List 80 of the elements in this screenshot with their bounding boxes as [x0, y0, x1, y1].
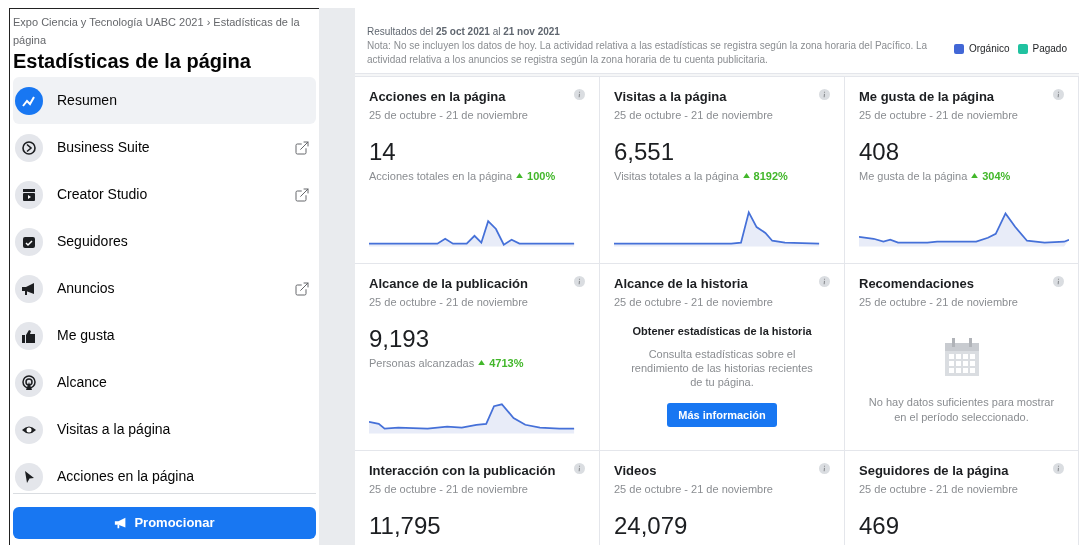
- up-triangle-icon: [478, 360, 486, 366]
- sidebar-item[interactable]: Creator Studio: [13, 171, 316, 218]
- date-range: 25 de octubre - 21 de noviembre: [614, 482, 773, 497]
- sidebar-item-label: Anuncios: [57, 279, 116, 298]
- sidebar-item[interactable]: Anuncios: [13, 265, 316, 312]
- metric-caption: Visitas totales a la página: [614, 168, 739, 184]
- card-title: Alcance de la publicación: [369, 276, 528, 292]
- card-title: Seguidores de la página: [859, 463, 1010, 479]
- metric-caption: Acciones totales en la página: [369, 168, 513, 184]
- sidebar-item[interactable]: Me gusta: [13, 312, 316, 359]
- page-title: Estadísticas de la página: [13, 49, 252, 73]
- change-percent: 100%: [527, 168, 556, 184]
- sidebar-item[interactable]: Acciones en la página: [13, 453, 316, 500]
- date-range: 25 de octubre - 21 de noviembre: [859, 108, 1018, 123]
- promo-text: Consulta estadísticas sobre el rendimiento de las historias recientes de tu página.: [630, 347, 814, 389]
- empty-message: No hay datos suficientes para mostrar en el período seleccionado.: [867, 394, 1056, 425]
- date-range: 25 de octubre - 21 de noviembre: [369, 295, 528, 310]
- legend-label: Pagado: [1032, 42, 1067, 56]
- up-triangle-icon: [742, 173, 750, 179]
- change-percent: 304%: [982, 168, 1011, 184]
- sidebar-item[interactable]: Seguidores: [13, 218, 316, 265]
- info-icon[interactable]: [1053, 276, 1064, 287]
- card-title: Interacción con la publicación: [369, 463, 556, 479]
- metric-value: 11,795: [369, 511, 442, 540]
- card-title: Recomendaciones: [859, 276, 975, 292]
- card-title: Visitas a la página: [614, 89, 728, 105]
- results-range: Resultados del 25 oct 2021 al 21 nov 2021: [367, 25, 561, 39]
- more-info-button[interactable]: Más información: [667, 403, 777, 427]
- sidebar-item-label: Seguidores: [57, 232, 129, 251]
- info-icon[interactable]: [574, 89, 585, 100]
- date-range: 25 de octubre - 21 de noviembre: [859, 482, 1018, 497]
- metric-value: 6,551: [614, 137, 676, 166]
- date-range: 25 de octubre - 21 de noviembre: [369, 108, 528, 123]
- info-icon[interactable]: [574, 463, 585, 474]
- change-percent: 8192%: [753, 168, 788, 184]
- date-range: 25 de octubre - 21 de noviembre: [614, 108, 773, 123]
- info-icon[interactable]: [1053, 89, 1064, 100]
- card-title: Me gusta de la página: [859, 89, 996, 105]
- breadcrumb[interactable]: Expo Ciencia y Tecnología UABC 2021 › Estadísticas de la página: [13, 13, 303, 49]
- card-title: Acciones en la página: [369, 89, 507, 105]
- megaphone-icon: [21, 280, 37, 297]
- up-triangle-icon: [516, 173, 524, 179]
- info-icon[interactable]: [819, 276, 830, 287]
- sidebar-item-label: Visitas a la página: [57, 420, 172, 439]
- sidebar-item[interactable]: Resumen: [13, 77, 316, 124]
- date-range: 25 de octubre - 21 de noviembre: [614, 295, 773, 310]
- up-triangle-icon: [971, 173, 979, 179]
- sidebar-item-label: Business Suite: [57, 138, 151, 157]
- metric-caption: Me gusta de la página: [859, 168, 968, 184]
- info-icon[interactable]: [819, 89, 830, 100]
- date-range: 25 de octubre - 21 de noviembre: [369, 482, 529, 497]
- sidebar-item-label: Creator Studio: [57, 185, 149, 204]
- date-range: 25 de octubre - 21 de noviembre: [859, 295, 1018, 310]
- sidebar-item-label: Resumen: [57, 91, 118, 110]
- time-zone-note: Nota: No se incluyen los datos de hoy. La actividad relativa a las estadísticas se registra según la zona horaria del Pacífico. La actividad relativa a los anuncios se registra según la zona horaria de tu cuenta publicitaria.: [367, 39, 929, 67]
- metric-value: 408: [859, 137, 901, 166]
- metric-value: 24,079: [614, 511, 689, 540]
- metric-value: 469: [859, 511, 901, 540]
- promote-button[interactable]: Promocionar: [13, 507, 316, 539]
- metric-value: 9,193: [369, 324, 431, 353]
- sidebar-item-label: Me gusta: [57, 326, 116, 345]
- card-title: Videos: [614, 463, 658, 479]
- metric-caption: Personas alcanzadas: [369, 355, 475, 371]
- legend-label: Orgánico: [968, 42, 1010, 56]
- sidebar-item-label: Acciones en la página: [57, 467, 195, 486]
- clapperboard-icon: [21, 186, 37, 203]
- thumbs-up-icon: [21, 327, 37, 344]
- sidebar-item-label: Alcance: [57, 373, 108, 392]
- info-icon[interactable]: [574, 276, 585, 287]
- change-percent: 4713%: [489, 355, 524, 371]
- info-icon[interactable]: [819, 463, 830, 474]
- calendar-icon: [943, 336, 980, 377]
- metric-value: 14: [369, 137, 397, 166]
- promo-heading: Obtener estadísticas de la historia: [632, 323, 812, 339]
- sidebar-item[interactable]: Visitas a la página: [13, 406, 316, 453]
- broadcast-icon: [21, 374, 37, 391]
- sidebar-item[interactable]: Alcance: [13, 359, 316, 406]
- card-title: Alcance de la historia: [614, 276, 749, 292]
- info-icon[interactable]: [1053, 463, 1064, 474]
- sidebar-item[interactable]: Business Suite: [13, 124, 316, 171]
